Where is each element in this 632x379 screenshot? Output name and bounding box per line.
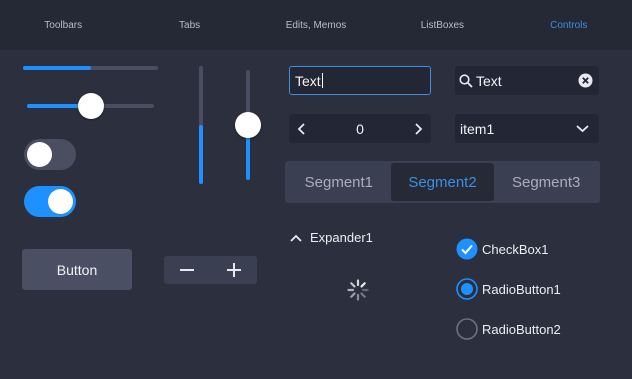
vertical-slider-left[interactable]	[199, 66, 203, 184]
chevron-right-icon[interactable]	[413, 122, 423, 135]
stepper-minus-button[interactable]	[164, 256, 211, 284]
toggle-knob	[48, 189, 73, 214]
radio-button-2[interactable]: RadioButton2	[456, 318, 561, 340]
segmented-control: Segment1 Segment2 Segment3	[285, 161, 600, 203]
checkbox-label: CheckBox1	[482, 241, 549, 257]
tab-controls[interactable]: Controls	[506, 20, 632, 31]
tab-toolbars[interactable]: Toolbars	[0, 20, 126, 31]
tab-listboxes[interactable]: ListBoxes	[379, 20, 505, 31]
search-icon	[459, 73, 473, 88]
segment-3[interactable]: Segment3	[494, 163, 598, 201]
segment-2[interactable]: Segment2	[390, 163, 495, 201]
radio-button-1[interactable]: RadioButton1	[456, 278, 561, 300]
chevron-left-icon[interactable]	[297, 122, 307, 135]
toggle-knob	[27, 142, 52, 167]
plus-icon	[226, 263, 241, 277]
progress-bar	[23, 66, 158, 70]
clear-icon[interactable]	[578, 73, 593, 88]
segment-1[interactable]: Segment1	[287, 163, 391, 201]
loading-spinner-icon	[347, 279, 369, 301]
button[interactable]: Button	[22, 249, 132, 290]
tab-edits-memos[interactable]: Edits, Memos	[253, 20, 379, 31]
combo-box[interactable]: item1	[455, 114, 599, 143]
toggle-switch-on[interactable]	[24, 186, 76, 217]
spinner-tick	[360, 282, 366, 288]
stepper-plus-button[interactable]	[211, 256, 258, 284]
radio-unchecked-icon	[456, 318, 478, 340]
minus-icon	[180, 269, 195, 271]
vertical-slider-left-fill	[199, 125, 203, 184]
radio-checked-icon	[456, 278, 478, 300]
tab-tabs[interactable]: Tabs	[126, 20, 252, 31]
expander[interactable]: Expander1	[290, 230, 373, 245]
checkbox-checked-icon	[456, 238, 478, 260]
spinner-tick	[350, 292, 356, 298]
toggle-switch-off[interactable]	[24, 139, 76, 170]
tab-bar: Toolbars Tabs Edits, Memos ListBoxes Con…	[0, 0, 632, 50]
number-box[interactable]: 0	[289, 114, 431, 143]
text-caret	[321, 73, 323, 88]
chevron-up-icon	[290, 234, 302, 242]
horizontal-slider-thumb[interactable]	[77, 93, 104, 119]
chevron-down-icon	[576, 125, 589, 133]
stepper	[164, 256, 257, 284]
spinner-tick	[350, 282, 356, 288]
search-input[interactable]: Text	[455, 66, 599, 95]
spinner-tick	[360, 292, 366, 298]
radio-button-2-label: RadioButton2	[482, 321, 561, 337]
text-input[interactable]: Text	[289, 66, 431, 95]
number-box-value: 0	[356, 120, 364, 137]
expander-label: Expander1	[310, 230, 373, 245]
search-input-value: Text	[476, 72, 502, 89]
text-input-value: Text	[295, 72, 321, 89]
checkbox[interactable]: CheckBox1	[456, 238, 548, 260]
vertical-slider-right-thumb[interactable]	[235, 112, 261, 138]
combo-box-value: item1	[460, 120, 495, 137]
radio-button-1-label: RadioButton1	[482, 281, 561, 297]
progress-bar-fill	[23, 66, 91, 70]
